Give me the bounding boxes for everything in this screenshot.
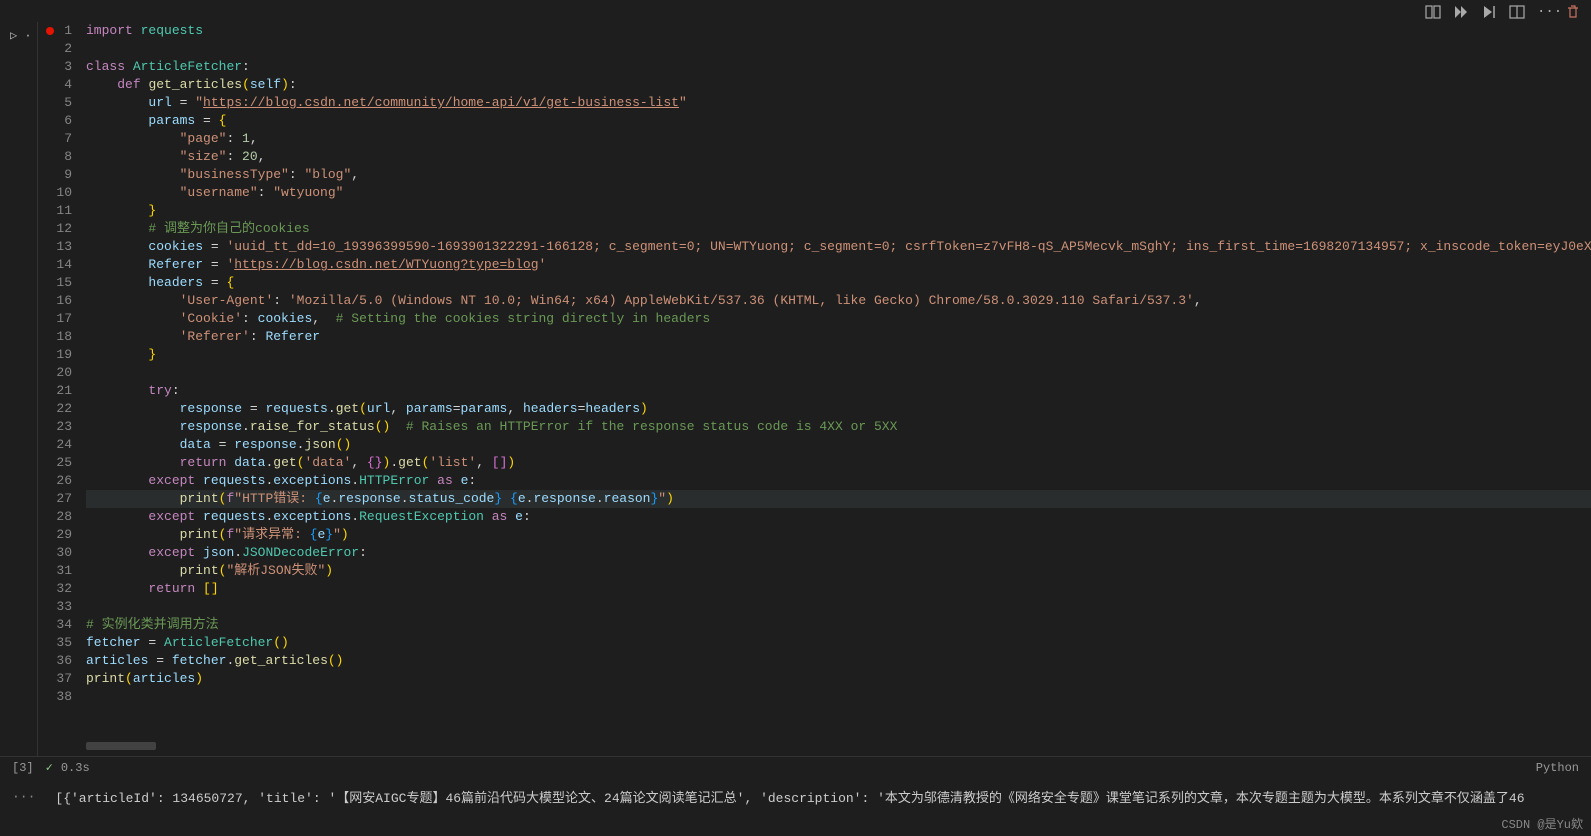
line-numbers: 1234567891011121314151617181920212223242…	[38, 22, 86, 756]
code-line[interactable]: print("解析JSON失败")	[86, 562, 1591, 580]
line-number: 38	[38, 688, 72, 706]
code-line[interactable]: 'User-Agent': 'Mozilla/5.0 (Windows NT 1…	[86, 292, 1591, 310]
code-line[interactable]: # 调整为你自己的cookies	[86, 220, 1591, 238]
line-number: 17	[38, 310, 72, 328]
code-line[interactable]: data = response.json()	[86, 436, 1591, 454]
editor-toolbar: ···	[1415, 0, 1591, 24]
line-number: 31	[38, 562, 72, 580]
code-editor[interactable]: ▷ · 123456789101112131415161718192021222…	[0, 22, 1591, 756]
output-collapse-icon[interactable]: ···	[12, 789, 35, 804]
code-line[interactable]	[86, 598, 1591, 616]
line-number: 2	[38, 40, 72, 58]
line-number: 18	[38, 328, 72, 346]
line-number: 32	[38, 580, 72, 598]
line-number: 3	[38, 58, 72, 76]
split-icon[interactable]	[1509, 4, 1525, 20]
breakpoint-icon[interactable]	[46, 27, 54, 35]
code-line[interactable]: return data.get('data', {}).get('list', …	[86, 454, 1591, 472]
code-line[interactable]: articles = fetcher.get_articles()	[86, 652, 1591, 670]
code-line[interactable]: try:	[86, 382, 1591, 400]
diff-icon[interactable]	[1425, 4, 1441, 20]
code-line[interactable]: "page": 1,	[86, 130, 1591, 148]
line-number: 8	[38, 148, 72, 166]
code-line[interactable]: response = requests.get(url, params=para…	[86, 400, 1591, 418]
cell-gutter: ▷ ·	[0, 22, 38, 756]
line-number: 20	[38, 364, 72, 382]
code-line[interactable]: fetcher = ArticleFetcher()	[86, 634, 1591, 652]
code-line[interactable]: def get_articles(self):	[86, 76, 1591, 94]
code-line[interactable]: }	[86, 202, 1591, 220]
line-number: 33	[38, 598, 72, 616]
code-line[interactable]: return []	[86, 580, 1591, 598]
output-area: ··· [{'articleId': 134650727, 'title': '…	[0, 778, 1591, 814]
code-line[interactable]: cookies = 'uuid_tt_dd=10_19396399590-169…	[86, 238, 1591, 256]
code-line[interactable]	[86, 40, 1591, 58]
run-cell-icon[interactable]: ▷ ·	[10, 28, 32, 43]
line-number: 30	[38, 544, 72, 562]
cell-status-bar: [3] ✓ 0.3s Python	[0, 756, 1591, 778]
code-line[interactable]: "username": "wtyuong"	[86, 184, 1591, 202]
code-line[interactable]: print(articles)	[86, 670, 1591, 688]
line-number: 13	[38, 238, 72, 256]
code-line[interactable]: url = "https://blog.csdn.net/community/h…	[86, 94, 1591, 112]
code-line[interactable]: print(f"HTTP错误: {e.response.status_code}…	[86, 490, 1591, 508]
line-number: 28	[38, 508, 72, 526]
code-content[interactable]: import requests class ArticleFetcher: def…	[86, 22, 1591, 756]
code-line[interactable]: response.raise_for_status() # Raises an …	[86, 418, 1591, 436]
line-number: 24	[38, 436, 72, 454]
code-line[interactable]: class ArticleFetcher:	[86, 58, 1591, 76]
watermark: CSDN @是Yu欸	[1501, 815, 1583, 832]
line-number: 19	[38, 346, 72, 364]
code-line[interactable]: }	[86, 346, 1591, 364]
code-line[interactable]: 'Referer': Referer	[86, 328, 1591, 346]
horizontal-scrollbar[interactable]	[86, 742, 156, 750]
code-line[interactable]: "size": 20,	[86, 148, 1591, 166]
code-line[interactable]: print(f"请求异常: {e}")	[86, 526, 1591, 544]
line-number: 12	[38, 220, 72, 238]
line-number: 23	[38, 418, 72, 436]
line-number: 6	[38, 112, 72, 130]
line-number: 15	[38, 274, 72, 292]
code-line[interactable]: headers = {	[86, 274, 1591, 292]
line-number: 1	[38, 22, 72, 40]
code-line[interactable]	[86, 688, 1591, 706]
code-line[interactable]: except json.JSONDecodeError:	[86, 544, 1591, 562]
line-number: 36	[38, 652, 72, 670]
line-number: 10	[38, 184, 72, 202]
line-number: 16	[38, 292, 72, 310]
line-number: 9	[38, 166, 72, 184]
line-number: 22	[38, 400, 72, 418]
line-number: 29	[38, 526, 72, 544]
line-number: 25	[38, 454, 72, 472]
run-all-icon[interactable]	[1453, 4, 1469, 20]
run-by-line-icon[interactable]	[1481, 4, 1497, 20]
line-number: 14	[38, 256, 72, 274]
code-line[interactable]: except requests.exceptions.HTTPError as …	[86, 472, 1591, 490]
line-number: 21	[38, 382, 72, 400]
exec-time: 0.3s	[61, 761, 90, 775]
code-line[interactable]: 'Cookie': cookies, # Setting the cookies…	[86, 310, 1591, 328]
trash-icon[interactable]	[1565, 4, 1581, 20]
line-number: 4	[38, 76, 72, 94]
exec-count: [3]	[12, 761, 34, 775]
check-icon: ✓	[46, 760, 53, 775]
line-number: 37	[38, 670, 72, 688]
code-line[interactable]: "businessType": "blog",	[86, 166, 1591, 184]
code-line[interactable]: except requests.exceptions.RequestExcept…	[86, 508, 1591, 526]
line-number: 35	[38, 634, 72, 652]
line-number: 5	[38, 94, 72, 112]
output-text: [{'articleId': 134650727, 'title': '【网安A…	[55, 787, 1591, 806]
line-number: 26	[38, 472, 72, 490]
language-label[interactable]: Python	[1536, 761, 1579, 775]
code-line[interactable]: params = {	[86, 112, 1591, 130]
line-number: 11	[38, 202, 72, 220]
code-line[interactable]: Referer = 'https://blog.csdn.net/WTYuong…	[86, 256, 1591, 274]
code-line[interactable]: import requests	[86, 22, 1591, 40]
line-number: 27	[38, 490, 72, 508]
more-icon[interactable]: ···	[1537, 4, 1553, 20]
code-line[interactable]: # 实例化类并调用方法	[86, 616, 1591, 634]
line-number: 34	[38, 616, 72, 634]
code-line[interactable]	[86, 364, 1591, 382]
line-number: 7	[38, 130, 72, 148]
